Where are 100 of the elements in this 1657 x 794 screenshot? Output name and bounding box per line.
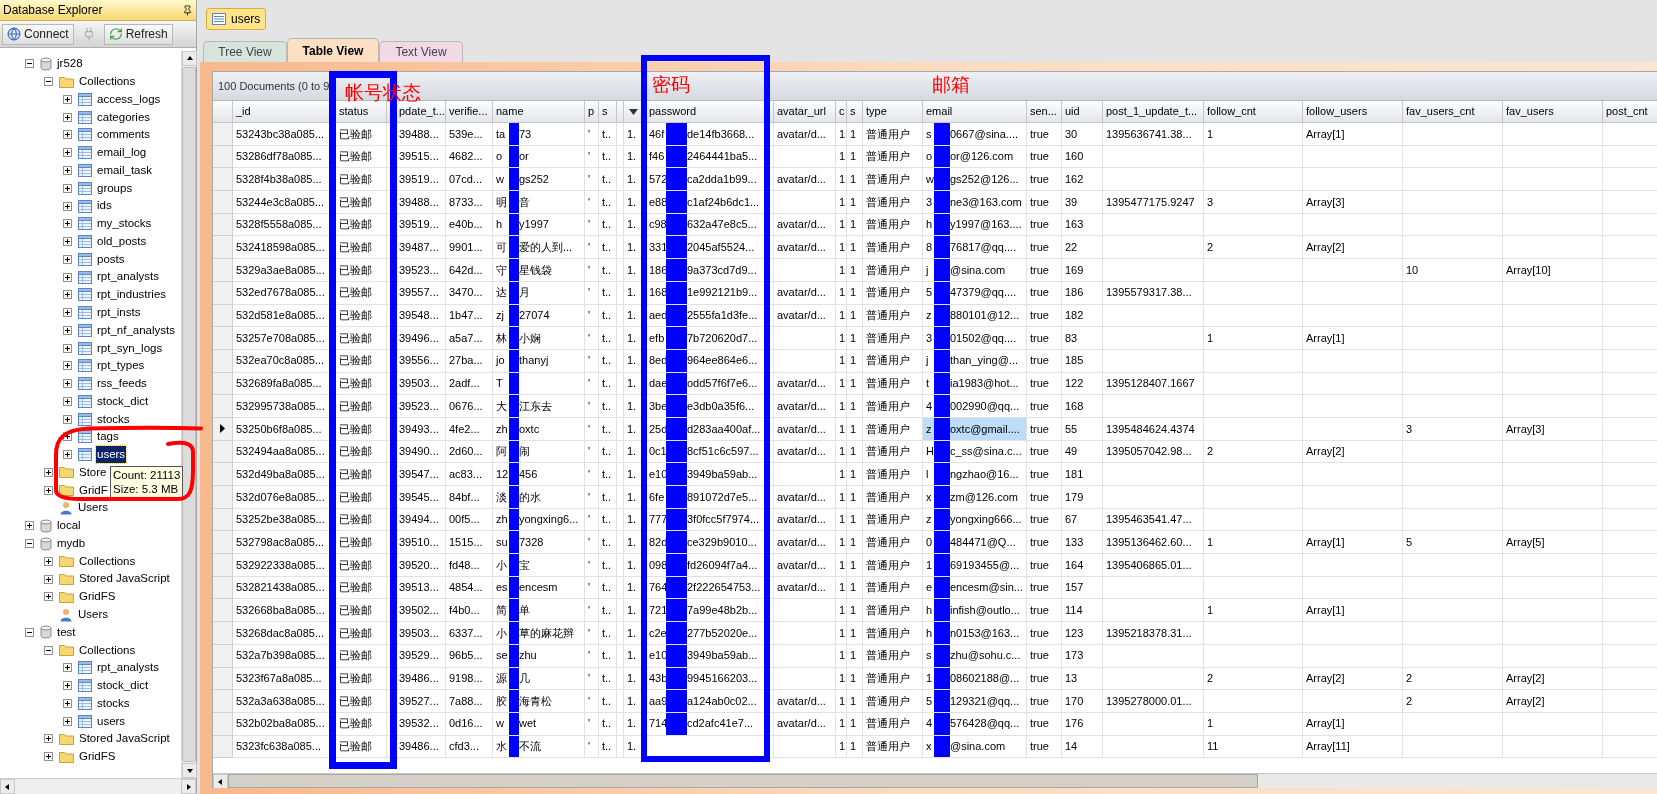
tree-item[interactable]: categories bbox=[96, 108, 152, 126]
expand-toggle[interactable] bbox=[63, 290, 72, 300]
expand-toggle[interactable] bbox=[63, 112, 72, 122]
expand-toggle[interactable] bbox=[63, 148, 72, 158]
expand-toggle[interactable] bbox=[63, 450, 72, 460]
table-cell[interactable]: 1 08602188@... bbox=[923, 667, 1027, 691]
table-cell[interactable]: h y1997@163.... bbox=[923, 213, 1027, 237]
column-header[interactable]: s bbox=[847, 101, 863, 123]
expand-toggle[interactable] bbox=[63, 361, 72, 371]
scroll-left-button[interactable] bbox=[213, 774, 228, 788]
table-cell[interactable]: w gs252 bbox=[493, 168, 585, 192]
tree-item[interactable]: old_posts bbox=[96, 232, 148, 251]
table-cell[interactable]: 46f de14fb3668... bbox=[644, 123, 774, 146]
tree-item[interactable]: stock_dict bbox=[96, 392, 150, 411]
expand-toggle[interactable] bbox=[63, 414, 72, 424]
table-cell[interactable]: s 0667@sina.... bbox=[923, 123, 1027, 146]
table-cell[interactable]: 淡 的水 bbox=[493, 486, 585, 509]
table-cell[interactable]: 简 单 bbox=[493, 599, 585, 623]
tree-item[interactable]: my_stocks bbox=[96, 215, 153, 233]
table-cell[interactable]: se zhu bbox=[493, 644, 585, 668]
view-tab[interactable]: Table View bbox=[287, 38, 379, 62]
tree-item[interactable]: rpt_analysts bbox=[96, 659, 160, 677]
expand-toggle[interactable] bbox=[63, 716, 72, 726]
tree-item[interactable]: tags bbox=[96, 428, 120, 446]
expand-toggle[interactable] bbox=[63, 698, 72, 708]
column-header[interactable]: follow_users bbox=[1303, 101, 1403, 123]
table-cell[interactable]: 守 星钱袋 bbox=[493, 259, 585, 282]
table-cell[interactable]: 水 不流 bbox=[493, 735, 585, 759]
tree-item[interactable]: email_task bbox=[96, 161, 153, 180]
column-header[interactable]: type bbox=[863, 101, 923, 123]
table-cell[interactable]: z 880101@12... bbox=[923, 304, 1027, 328]
tree-item[interactable]: stocks bbox=[96, 410, 131, 428]
table-cell[interactable]: 4 576428@qq... bbox=[923, 712, 1027, 736]
table-cell[interactable]: 4 002990@qq... bbox=[923, 395, 1027, 418]
column-header[interactable]: avatar_url bbox=[774, 101, 836, 123]
expand-toggle[interactable] bbox=[63, 94, 72, 104]
tree-item[interactable]: groups bbox=[96, 179, 134, 197]
table-cell[interactable]: 6fe 891072d7e5... bbox=[644, 486, 774, 509]
table-cell[interactable]: 小 宝 bbox=[493, 554, 585, 577]
table-cell[interactable]: 331 2045af5524... bbox=[644, 236, 774, 260]
table-cell[interactable]: su 7328 bbox=[493, 531, 585, 555]
column-header[interactable]: email bbox=[923, 101, 1027, 123]
table-cell[interactable]: efb 7b720620d7... bbox=[644, 327, 774, 350]
tree-item[interactable]: users bbox=[96, 446, 127, 464]
table-cell[interactable]: zh yongxing6... bbox=[493, 508, 585, 532]
table-cell[interactable]: z yongxing666... bbox=[923, 508, 1027, 532]
expand-toggle[interactable] bbox=[44, 592, 53, 602]
expand-toggle[interactable] bbox=[63, 272, 72, 282]
column-header[interactable]: s bbox=[599, 101, 617, 123]
table-cell[interactable]: 5 129321@qq... bbox=[923, 690, 1027, 713]
view-tab[interactable]: Text View bbox=[379, 41, 463, 62]
tree-item[interactable]: local bbox=[56, 517, 82, 535]
table-cell[interactable]: h y1997 bbox=[493, 213, 585, 237]
tree-item[interactable]: stock_dict bbox=[96, 677, 150, 695]
expand-toggle[interactable] bbox=[63, 681, 72, 691]
collapse-toggle[interactable] bbox=[25, 627, 34, 637]
table-cell[interactable]: t ia1983@hot... bbox=[923, 372, 1027, 396]
refresh-button[interactable]: Refresh bbox=[103, 23, 173, 45]
scroll-down-button[interactable] bbox=[182, 763, 197, 778]
expand-toggle[interactable] bbox=[63, 663, 72, 673]
tree-item[interactable]: GridF bbox=[78, 481, 109, 499]
table-cell[interactable]: 8 76817@qq.... bbox=[923, 236, 1027, 260]
expand-toggle[interactable] bbox=[63, 201, 72, 211]
table-cell[interactable]: 大 江东去 bbox=[493, 395, 585, 418]
expand-toggle[interactable] bbox=[25, 521, 34, 531]
table-cell[interactable]: 达 月 bbox=[493, 281, 585, 305]
expand-toggle[interactable] bbox=[63, 325, 72, 335]
table-cell[interactable]: s zhu@sohu.c... bbox=[923, 644, 1027, 668]
expand-toggle[interactable] bbox=[63, 219, 72, 229]
expand-toggle[interactable] bbox=[44, 485, 53, 495]
table-cell[interactable]: 阿 闹 bbox=[493, 440, 585, 464]
pin-icon[interactable] bbox=[182, 4, 193, 16]
table-cell[interactable]: ta 73 bbox=[493, 123, 585, 146]
table-cell[interactable]: x @sina.com bbox=[923, 735, 1027, 759]
tree-item[interactable]: rpt_nf_analysts bbox=[96, 321, 176, 339]
table-cell[interactable]: x zm@126.com bbox=[923, 486, 1027, 509]
tree-item[interactable]: Collections bbox=[78, 552, 137, 570]
scroll-up-button[interactable] bbox=[182, 51, 197, 66]
table-cell[interactable]: j @sina.com bbox=[923, 259, 1027, 282]
table-cell[interactable]: h n0153@163... bbox=[923, 622, 1027, 645]
table-cell[interactable]: 源 几 bbox=[493, 667, 585, 691]
column-header[interactable]: post_cnt bbox=[1603, 101, 1657, 123]
table-cell[interactable]: 胶 海青松 bbox=[493, 690, 585, 713]
table-cell[interactable]: z oxtc@gmail.... bbox=[923, 417, 1027, 441]
tree-item[interactable]: rpt_syn_logs bbox=[96, 339, 164, 357]
expand-toggle[interactable] bbox=[44, 574, 53, 584]
table-cell[interactable]: o or bbox=[493, 145, 585, 169]
table-cell[interactable]: 明 音 bbox=[493, 191, 585, 214]
collapse-toggle[interactable] bbox=[44, 645, 53, 655]
table-cell[interactable]: 3be e3db0a35f6... bbox=[644, 395, 774, 418]
tree-item[interactable]: Stored JavaScript bbox=[78, 570, 171, 588]
tree-item[interactable]: test bbox=[56, 623, 77, 641]
tree-item[interactable]: posts bbox=[96, 250, 126, 268]
table-cell[interactable]: es encesm bbox=[493, 576, 585, 600]
column-header[interactable]: sen... bbox=[1027, 101, 1062, 123]
column-header[interactable]: fav_users bbox=[1503, 101, 1603, 123]
table-cell[interactable]: 可 爱的人到... bbox=[493, 236, 585, 260]
scroll-right-button[interactable] bbox=[181, 779, 196, 794]
expand-toggle[interactable] bbox=[44, 752, 53, 762]
expand-toggle[interactable] bbox=[44, 468, 53, 477]
